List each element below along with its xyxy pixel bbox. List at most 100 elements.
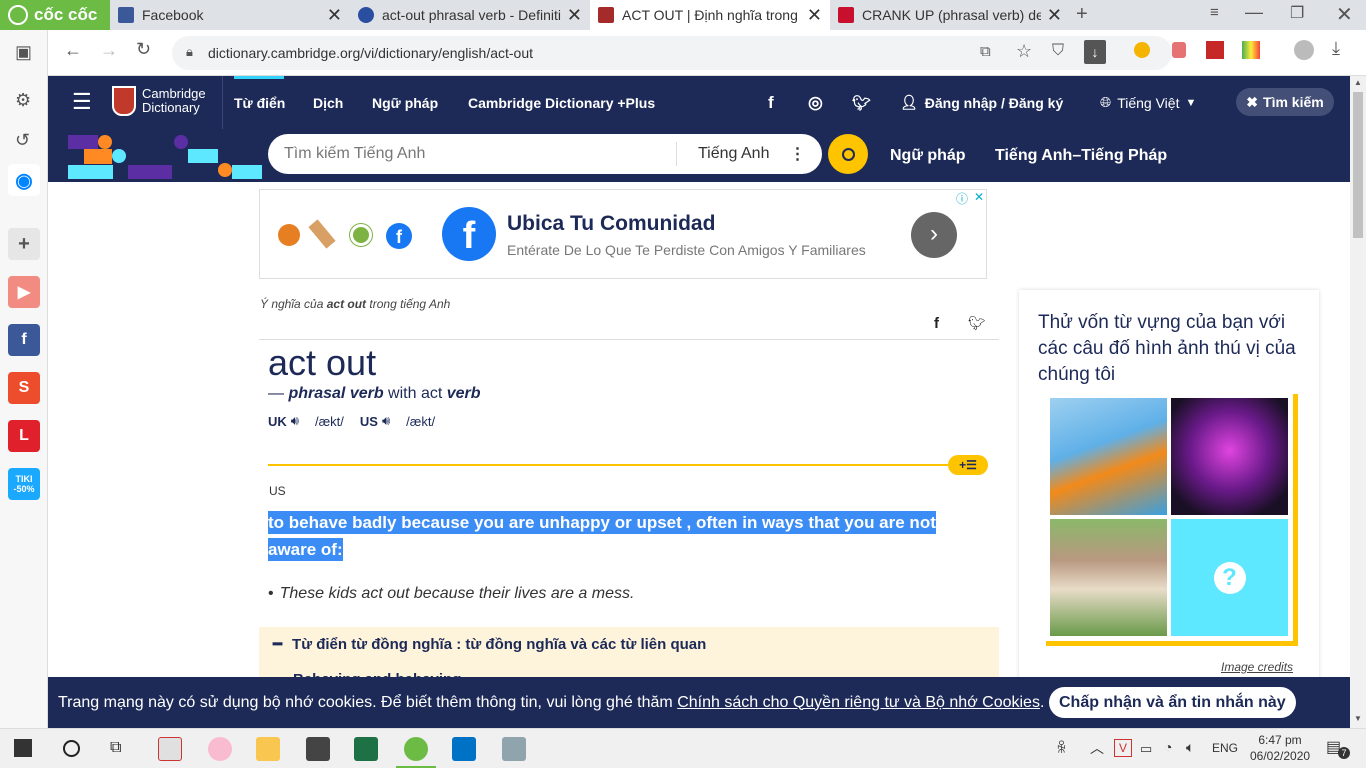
search-toggle-label: Tìm kiếm (1263, 94, 1324, 110)
quiz-grid[interactable]: ? (1046, 394, 1298, 646)
new-tab-icon[interactable]: + (1076, 3, 1088, 26)
quiz-image-carousel[interactable] (1171, 398, 1288, 515)
youtube-icon[interactable]: ▶ (8, 276, 40, 308)
dictionary-select[interactable]: Tiếng Anh ⋮ (698, 134, 805, 174)
nav-translate[interactable]: Dịch (313, 76, 343, 129)
close-tab-icon[interactable]: ✕ (1047, 5, 1062, 26)
windows-start-icon[interactable] (14, 739, 32, 757)
clock[interactable]: 6:47 pm 06/02/2020 (1250, 732, 1310, 764)
scroll-thumb[interactable] (1353, 92, 1363, 238)
shield-icon[interactable]: ⛉ (1052, 42, 1064, 60)
facebook-app-icon[interactable]: f (8, 324, 40, 356)
image-credits-link[interactable]: Image credits (1221, 660, 1293, 674)
ad-banner[interactable]: f f Ubica Tu Comunidad Entérate De Lo Qu… (259, 189, 987, 279)
tab-menu-icon[interactable]: ≡ (1210, 4, 1219, 21)
quiz-image-playhouse[interactable] (1050, 519, 1167, 636)
thesaurus-row[interactable]: ━ Từ điển từ đồng nghĩa : từ đồng nghĩa v… (273, 635, 706, 653)
reload-icon[interactable]: ↻ (136, 39, 151, 60)
instagram-icon[interactable]: ◎ (808, 76, 823, 129)
nav-dictionary[interactable]: Từ điển (234, 76, 285, 129)
taskbar-app-1-icon[interactable] (158, 737, 182, 761)
cookie-policy-link[interactable]: Chính sách cho Quyền riêng tư và Bộ nhớ … (677, 694, 1040, 712)
download-icon[interactable]: ↓ (1084, 40, 1106, 64)
excel-icon[interactable] (354, 737, 378, 761)
back-icon[interactable]: ← (64, 40, 82, 61)
twitter-icon[interactable]: 🐦︎ (852, 76, 871, 129)
shopee-icon[interactable]: S (8, 372, 40, 404)
forward-icon[interactable]: → (100, 40, 118, 61)
file-explorer-icon[interactable] (256, 737, 280, 761)
maximize-icon[interactable]: ❐ (1290, 3, 1304, 23)
close-tab-icon[interactable]: ✕ (567, 5, 582, 26)
search-toggle-button[interactable]: ✖ Tìm kiếm (1236, 88, 1334, 116)
taskbar-app-2-icon[interactable] (208, 737, 232, 761)
taskbar-app-4-icon[interactable] (306, 737, 330, 761)
add-app-icon[interactable]: + (8, 228, 40, 260)
volume-icon[interactable]: 🔈︎ (1186, 739, 1194, 756)
facebook-icon[interactable]: f (768, 76, 774, 129)
quiz-image-waterslide[interactable] (1050, 398, 1167, 515)
lazada-icon[interactable]: L (8, 420, 40, 452)
panel-icon[interactable]: ▣ (15, 42, 32, 63)
login-link[interactable]: 👤︎ Đăng nhập / Đăng ký (900, 76, 1063, 129)
share-facebook-icon[interactable]: f (934, 315, 939, 332)
close-tab-icon[interactable]: ✕ (327, 5, 342, 26)
page-scrollbar[interactable]: ▲ ▼ (1350, 76, 1366, 728)
share-twitter-icon[interactable]: 🐦︎ (968, 315, 986, 332)
quiz-card[interactable]: Thử vốn từ vựng của bạn với các câu đố h… (1019, 290, 1319, 690)
messenger-icon[interactable]: ◉ (8, 164, 40, 196)
history-icon[interactable]: ↺ (15, 130, 30, 151)
ad-info-icon[interactable]: ⓘ (956, 190, 968, 207)
search-button[interactable] (828, 134, 868, 174)
sub-link-grammar[interactable]: Ngữ pháp (890, 129, 966, 182)
ad-next-button[interactable]: › (911, 212, 957, 258)
facebook-favicon-icon (118, 7, 134, 23)
tab-act-out-definition[interactable]: act-out phrasal verb - Definitio ✕ (350, 0, 590, 30)
tray-app-icon[interactable]: V (1114, 739, 1132, 757)
wifi-icon[interactable]: ◔ (1164, 739, 1172, 755)
cambridge-logo[interactable]: Cambridge Dictionary (112, 86, 206, 116)
nav-plus[interactable]: Cambridge Dictionary +Plus (468, 76, 655, 129)
extension-shield-icon[interactable] (1172, 42, 1186, 58)
show-hidden-icons[interactable]: ︿ (1090, 738, 1104, 758)
downloads-icon[interactable]: ⤓ (1332, 38, 1340, 59)
minimize-icon[interactable]: — (1245, 2, 1263, 23)
outlook-icon[interactable] (452, 737, 476, 761)
us-audio-icon[interactable]: 🔊︎ (382, 413, 390, 429)
translate-icon[interactable]: ⧉ (980, 43, 991, 60)
search-input[interactable]: Tìm kiếm Tiếng Anh Tiếng Anh ⋮ (268, 134, 822, 174)
sub-link-english-french[interactable]: Tiếng Anh–Tiếng Pháp (995, 129, 1167, 182)
tab-facebook[interactable]: Facebook ✕ (110, 0, 350, 30)
hamburger-menu-icon[interactable]: ☰ (72, 89, 92, 115)
uk-audio-icon[interactable]: 🔊︎ (291, 413, 299, 429)
quiz-image-mystery[interactable]: ? (1171, 519, 1288, 636)
language-select[interactable]: 🌐︎ Tiếng Việt ▼ (1100, 76, 1196, 129)
close-window-icon[interactable]: ✕ (1336, 2, 1353, 27)
task-view-icon[interactable]: ⧉ (110, 739, 121, 757)
ad-close-icon[interactable]: ✕ (974, 190, 984, 204)
battery-icon[interactable]: ▭ (1140, 741, 1152, 757)
add-to-wordlist-button[interactable]: +☰ (948, 455, 988, 475)
input-language[interactable]: ENG (1212, 741, 1238, 755)
coccoc-taskbar-icon[interactable] (404, 737, 428, 761)
scroll-down-arrow[interactable]: ▼ (1354, 714, 1362, 723)
coccoc-logo[interactable]: cốc cốc (0, 0, 110, 30)
settings-icon[interactable]: ⚙ (15, 90, 31, 111)
extension-red-icon[interactable] (1206, 41, 1224, 59)
close-tab-icon[interactable]: ✕ (807, 5, 822, 26)
tab-act-out-cambridge[interactable]: ACT OUT | Định nghĩa trong T ✕ (590, 0, 830, 30)
profile-avatar[interactable] (1294, 40, 1314, 60)
tiki-icon[interactable]: TIKI -50% (8, 468, 40, 500)
scroll-up-arrow[interactable]: ▲ (1354, 78, 1362, 87)
extension-chrome-icon[interactable] (1134, 42, 1150, 58)
people-icon[interactable]: ꆜ (1056, 739, 1067, 757)
extension-colors-icon[interactable] (1242, 41, 1260, 59)
taskbar-app-8-icon[interactable] (502, 737, 526, 761)
cookie-accept-button[interactable]: Chấp nhận và ẩn tin nhắn này (1049, 687, 1296, 718)
url-field[interactable]: 🔒︎ dictionary.cambridge.org/vi/dictionar… (172, 36, 1172, 70)
nav-grammar[interactable]: Ngữ pháp (372, 76, 438, 129)
pos-label: phrasal verb (288, 385, 384, 402)
bookmark-star-icon[interactable]: ☆ (1016, 41, 1032, 62)
tab-crank-up[interactable]: CRANK UP (phrasal verb) defi ✕ (830, 0, 1070, 30)
cortana-search-icon[interactable] (63, 740, 80, 757)
